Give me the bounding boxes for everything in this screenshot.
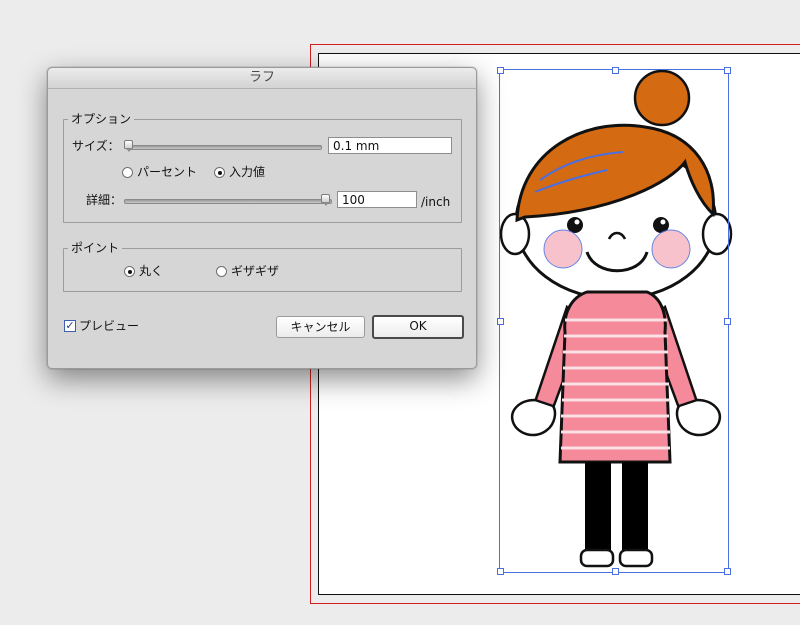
options-group: オプション サイズ： 0.1 mm パーセント 入力値 詳細： 100 /inc… (63, 111, 462, 223)
dialog-title[interactable]: ラフ (48, 68, 476, 89)
resize-handle-top[interactable] (612, 67, 619, 74)
resize-handle-bottom-right[interactable] (724, 568, 731, 575)
resize-handle-left[interactable] (497, 318, 504, 325)
resize-handle-top-right[interactable] (724, 67, 731, 74)
detail-unit: /inch (421, 195, 451, 209)
points-legend: ポイント (68, 240, 123, 256)
detail-slider-track[interactable] (124, 199, 332, 204)
detail-input[interactable]: 100 (337, 191, 417, 208)
mode-input-label[interactable]: 入力値 (229, 165, 265, 179)
points-smooth-label[interactable]: 丸く (139, 264, 163, 278)
size-slider-thumb[interactable] (124, 140, 133, 152)
resize-handle-bottom-left[interactable] (497, 568, 504, 575)
ok-button[interactable]: OK (372, 315, 464, 339)
cancel-button[interactable]: キャンセル (276, 316, 365, 338)
preview-label[interactable]: プレビュー (79, 319, 139, 333)
size-slider-track[interactable] (126, 145, 322, 150)
options-legend: オプション (68, 111, 135, 127)
points-jagged-label[interactable]: ギザギザ (231, 264, 279, 278)
mode-percent-label[interactable]: パーセント (137, 165, 197, 179)
detail-slider-thumb[interactable] (321, 194, 330, 206)
mode-input-radio[interactable] (214, 167, 225, 178)
size-label: サイズ： (72, 139, 120, 153)
resize-handle-top-left[interactable] (497, 67, 504, 74)
selection-bounding-box[interactable] (497, 67, 731, 575)
points-group: ポイント 丸く ギザギザ (63, 240, 462, 292)
resize-handle-right[interactable] (724, 318, 731, 325)
size-input[interactable]: 0.1 mm (328, 137, 452, 154)
points-smooth-radio[interactable] (124, 266, 135, 277)
mode-percent-radio[interactable] (122, 167, 133, 178)
points-jagged-radio[interactable] (216, 266, 227, 277)
detail-label: 詳細： (86, 193, 123, 207)
resize-handle-bottom[interactable] (612, 568, 619, 575)
roughen-dialog: ラフ オプション サイズ： 0.1 mm パーセント 入力値 詳細： 100 /… (47, 67, 477, 369)
preview-checkbox[interactable]: ✓ (64, 320, 76, 332)
